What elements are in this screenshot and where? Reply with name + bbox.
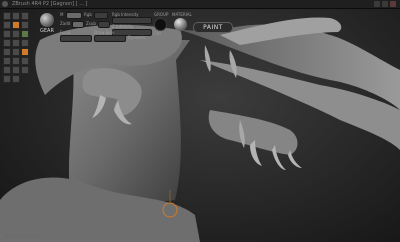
- tool-btn-22[interactable]: [3, 75, 11, 83]
- tool-btn-11[interactable]: [12, 39, 20, 47]
- tool-btn-17[interactable]: [12, 57, 20, 65]
- tool-brush-icon[interactable]: [40, 13, 54, 27]
- tool-btn-1[interactable]: [3, 12, 11, 20]
- tool-btn-6[interactable]: [21, 21, 29, 29]
- tool-btn-7[interactable]: [3, 30, 11, 38]
- gear-label: GEAR: [40, 28, 54, 34]
- material-label: MATERIAL: [172, 12, 192, 17]
- group-sphere-icon[interactable]: [154, 18, 167, 31]
- tool-btn-14[interactable]: [12, 48, 20, 56]
- ctrl-label: Ctrl: [154, 31, 162, 36]
- m-label: M: [60, 12, 64, 17]
- m-toggle[interactable]: [66, 12, 82, 19]
- zsub-label: Zsub: [86, 21, 96, 26]
- focal-slider[interactable]: [60, 35, 92, 42]
- window-title: ZBrush 4R4 P2 [Gagnon] [ ... ]: [12, 1, 88, 7]
- tool-btn-16[interactable]: [3, 57, 11, 65]
- tool-btn-18[interactable]: [21, 57, 29, 65]
- zadd-label: Zadd: [60, 21, 71, 26]
- tool-btn-3[interactable]: [21, 12, 29, 20]
- tool-btn-21[interactable]: [21, 66, 29, 74]
- tool-btn-13[interactable]: [3, 48, 11, 56]
- tool-btn-9[interactable]: [21, 30, 29, 38]
- dynamic-label[interactable]: Dynamic: [128, 35, 146, 40]
- tool-btn-20[interactable]: [12, 66, 20, 74]
- close-icon[interactable]: [390, 1, 396, 7]
- rgb-intensity-slider[interactable]: [112, 17, 152, 24]
- tool-btn-10[interactable]: [3, 39, 11, 47]
- status-text: Perform Undo/Redo: [4, 233, 43, 238]
- tool-btn-5[interactable]: [12, 21, 20, 29]
- tool-btn-23[interactable]: [12, 75, 20, 83]
- tool-btn-2[interactable]: [12, 12, 20, 20]
- rgb-label: Rgb: [84, 12, 92, 17]
- rgb-toggle[interactable]: [94, 12, 108, 19]
- group-label: GROUP: [154, 12, 169, 17]
- tool-btn-15[interactable]: [21, 48, 29, 56]
- minimize-icon[interactable]: [374, 1, 380, 7]
- zbrush-logo-icon: [2, 1, 8, 7]
- draw-size-slider[interactable]: [94, 35, 126, 42]
- left-tool-palette: [3, 12, 33, 88]
- zsub-toggle[interactable]: [98, 21, 110, 28]
- maximize-icon[interactable]: [382, 1, 388, 7]
- tool-btn-19[interactable]: [3, 66, 11, 74]
- tool-btn-4[interactable]: [3, 21, 11, 29]
- tool-btn-8[interactable]: [12, 30, 20, 38]
- paint-button[interactable]: PAINT: [193, 22, 233, 33]
- tool-btn-12[interactable]: [21, 39, 29, 47]
- material-sphere-icon[interactable]: [174, 18, 187, 31]
- zadd-toggle[interactable]: [72, 21, 84, 28]
